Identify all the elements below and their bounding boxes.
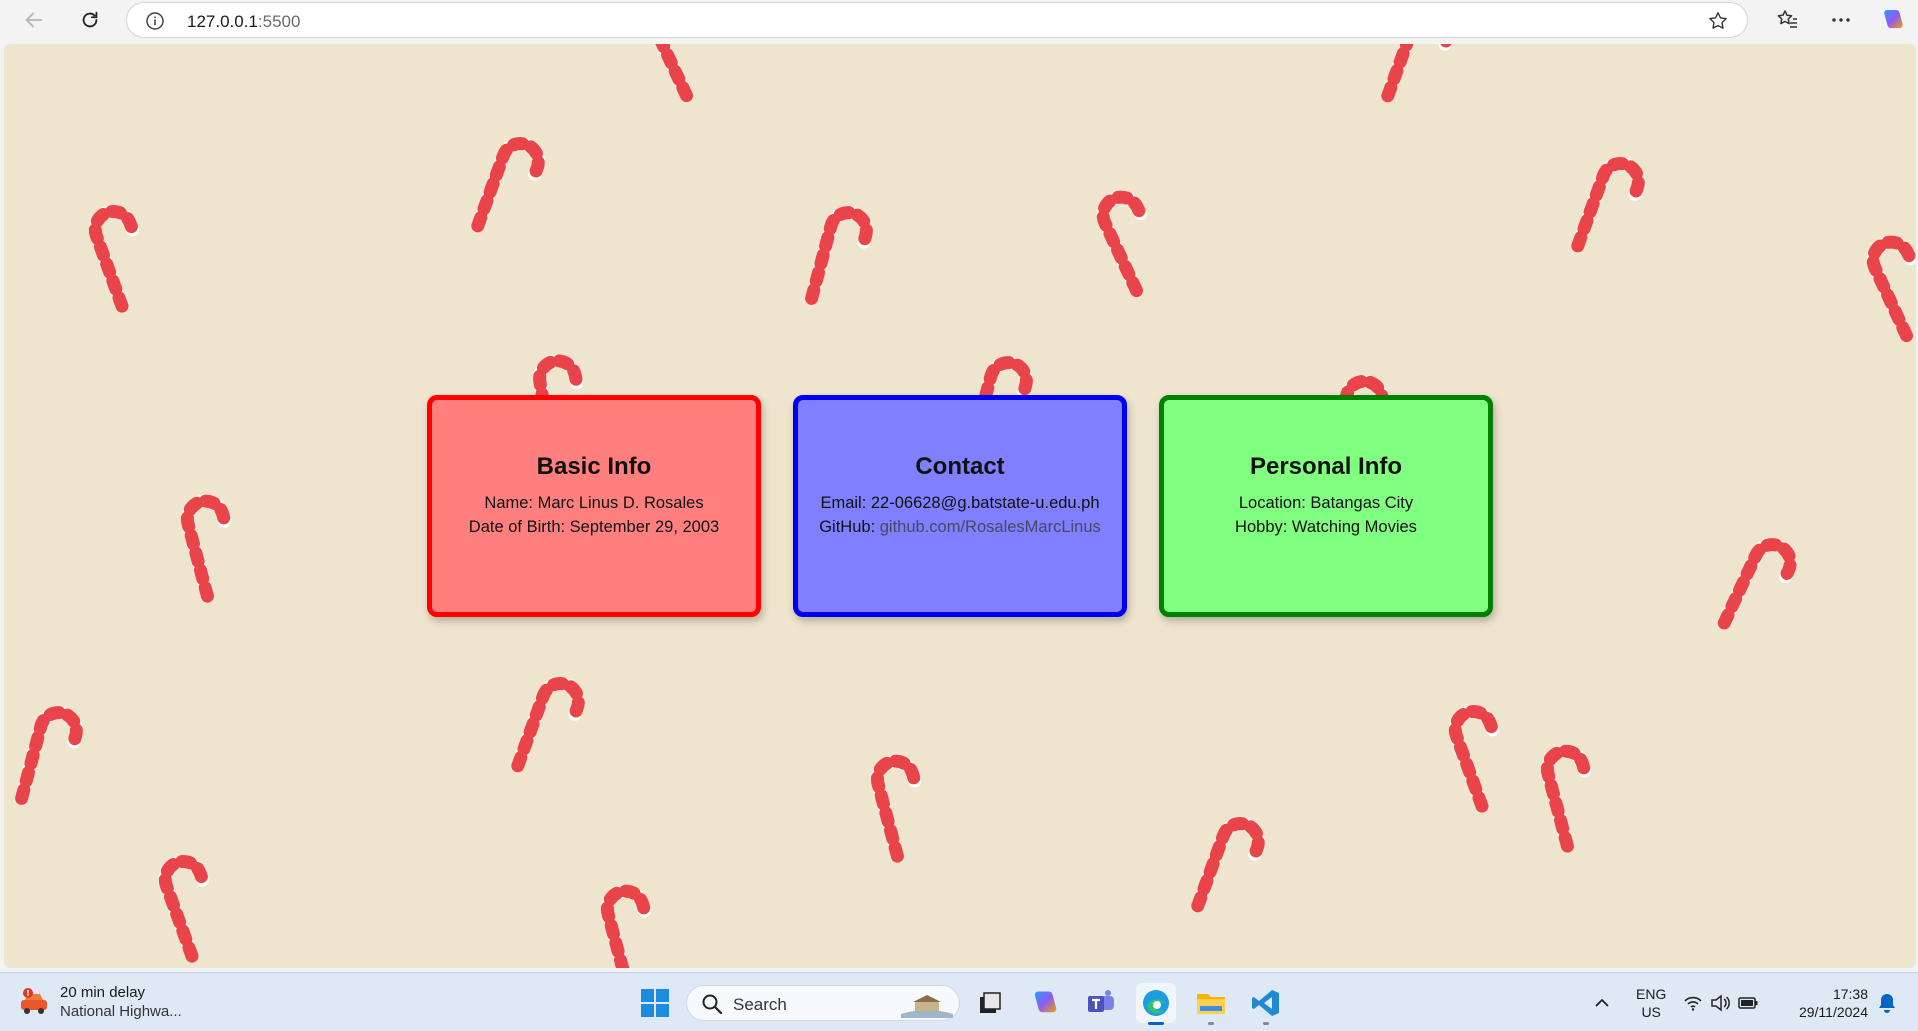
favorite-star-icon[interactable]	[1707, 10, 1729, 32]
search-icon	[702, 994, 723, 1015]
hobby-line: Hobby: Watching Movies	[1235, 518, 1417, 536]
favorites-list-icon	[1777, 10, 1797, 28]
traffic-subtitle: National Highwa...	[60, 1003, 182, 1020]
file-explorer-button[interactable]	[1191, 983, 1231, 1025]
copilot-icon	[1884, 10, 1903, 28]
vscode-button[interactable]	[1246, 983, 1286, 1025]
task-view-icon	[980, 992, 1001, 1013]
teams-app-button[interactable]	[1081, 983, 1121, 1023]
location-line: Location: Batangas City	[1238, 494, 1414, 512]
site-info-icon[interactable]	[145, 11, 165, 31]
notifications-button[interactable]	[1872, 983, 1902, 1023]
back-button[interactable]	[16, 2, 52, 38]
running-indicator	[1263, 1022, 1269, 1025]
taskbar: 20 min delay National Highwa... Search E…	[0, 972, 1918, 1031]
region-code: US	[1641, 1004, 1661, 1020]
card-title: Contact	[915, 453, 1005, 480]
copilot-app-icon	[1034, 991, 1057, 1013]
quick-settings-button[interactable]	[1676, 983, 1766, 1023]
start-button[interactable]	[635, 983, 675, 1023]
page-viewport: Basic Info Name: Marc Linus D. Rosales D…	[4, 44, 1916, 968]
url-text: 127.0.0.1:5500	[187, 12, 300, 32]
clock[interactable]: 17:38 29/11/2024	[1788, 985, 1868, 1021]
reload-icon	[82, 11, 98, 28]
email-line: Email: 22-06628@g.batstate-u.edu.ph	[820, 494, 1100, 512]
vscode-icon	[1252, 990, 1279, 1016]
copilot-app-button[interactable]	[1025, 983, 1065, 1023]
wifi-icon	[1684, 996, 1702, 1011]
traffic-title: 20 min delay	[60, 984, 146, 1001]
running-indicator	[1208, 1022, 1214, 1025]
search-placeholder: Search	[733, 995, 787, 1014]
contact-card: Contact Email: 22-06628@g.batstate-u.edu…	[793, 395, 1127, 617]
back-arrow-icon	[25, 12, 43, 28]
clock-time: 17:38	[1832, 986, 1868, 1002]
github-line: GitHub: github.com/RosalesMarcLinus	[819, 515, 1101, 539]
language-indicator[interactable]: ENG US	[1636, 985, 1666, 1021]
taskbar-search[interactable]: Search	[686, 985, 960, 1021]
more-options-button[interactable]	[1828, 7, 1854, 33]
notification-bell-icon	[1879, 994, 1895, 1013]
chevron-up-icon	[1595, 998, 1609, 1007]
copilot-button[interactable]	[1880, 7, 1906, 33]
show-hidden-icons-button[interactable]	[1582, 983, 1622, 1023]
github-label: GitHub:	[819, 518, 880, 536]
task-view-button[interactable]	[970, 983, 1010, 1023]
card-title: Personal Info	[1249, 453, 1403, 480]
volume-icon	[1711, 994, 1730, 1012]
browser-toolbar: 127.0.0.1:5500	[0, 0, 1918, 40]
clock-date: 29/11/2024	[1798, 1004, 1868, 1020]
active-indicator	[1148, 1022, 1164, 1025]
info-cards: Basic Info Name: Marc Linus D. Rosales D…	[427, 395, 1493, 617]
edge-icon	[1143, 990, 1169, 1016]
ellipsis-icon	[1832, 18, 1850, 22]
address-bar[interactable]: 127.0.0.1:5500	[126, 2, 1748, 38]
favorites-button[interactable]	[1774, 7, 1800, 33]
birthdate-line: Date of Birth: September 29, 2003	[468, 518, 720, 536]
reload-button[interactable]	[72, 2, 108, 38]
basic-info-card: Basic Info Name: Marc Linus D. Rosales D…	[427, 395, 761, 617]
traffic-widget[interactable]: 20 min delay National Highwa...	[18, 983, 182, 1021]
search-highlight-icon	[901, 995, 953, 1018]
language-code: ENG	[1636, 986, 1667, 1002]
github-link[interactable]: github.com/RosalesMarcLinus	[880, 518, 1101, 536]
traffic-car-icon	[21, 988, 47, 1014]
folder-icon	[1197, 994, 1225, 1014]
card-title: Basic Info	[536, 453, 652, 480]
url-host: 127.0.0.1	[187, 12, 258, 31]
name-line: Name: Marc Linus D. Rosales	[484, 494, 704, 512]
url-port: :5500	[257, 12, 301, 31]
windows-logo-icon	[641, 989, 669, 1017]
personal-info-card: Personal Info Location: Batangas City Ho…	[1159, 395, 1493, 617]
battery-icon	[1738, 997, 1758, 1009]
edge-app-button[interactable]	[1136, 983, 1176, 1025]
teams-icon	[1088, 990, 1114, 1012]
